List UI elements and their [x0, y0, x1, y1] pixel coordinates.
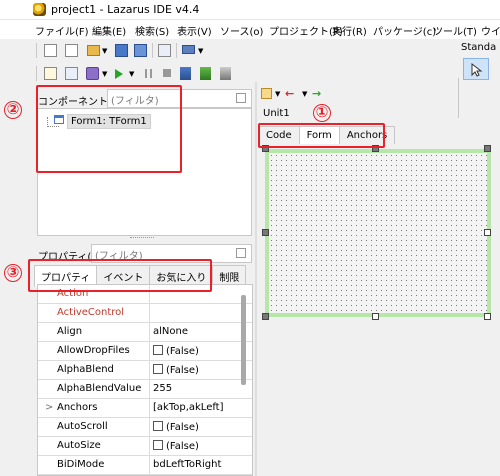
chevron-down-icon[interactable]: ▼ [129, 70, 134, 78]
open-folder-icon[interactable] [87, 45, 100, 56]
property-name: Anchors [57, 402, 98, 413]
window-title: project1 - Lazarus IDE v4.4 [51, 3, 200, 16]
clear-filter-icon[interactable] [236, 93, 246, 103]
toggle-form-unit-icon[interactable] [158, 44, 171, 57]
build-mode-icon[interactable] [86, 67, 99, 80]
splitter-handle[interactable] [130, 237, 154, 238]
form-designer-area [258, 145, 500, 476]
property-value: (False) [166, 365, 199, 376]
property-row[interactable]: AutoSize (False) [38, 437, 252, 456]
chevron-down-icon[interactable]: ▼ [102, 47, 107, 55]
property-row[interactable]: > Anchors [akTop,akLeft] [38, 399, 252, 418]
expand-chevron-icon[interactable]: > [45, 402, 53, 413]
property-row[interactable]: AlphaBlend (False) [38, 361, 252, 380]
clear-filter-icon[interactable] [236, 248, 246, 258]
back-arrow-icon[interactable]: ← [285, 87, 294, 100]
resize-handle[interactable] [484, 145, 491, 152]
menu-package[interactable]: パッケージ(c) [373, 23, 436, 38]
bookmark-icon[interactable] [261, 88, 272, 99]
menu-bar: ファイル(F) 編集(E) 検索(S) 表示(V) ソース(o) プロジェクト(… [0, 20, 500, 39]
property-value[interactable]: alNone [153, 326, 188, 337]
property-value: (False) [166, 346, 199, 357]
property-value[interactable]: 255 [153, 383, 172, 394]
property-name: AlphaBlend [57, 364, 114, 375]
property-name: AlphaBlendValue [57, 383, 142, 394]
step-out-icon[interactable] [220, 67, 231, 80]
new-form-icon[interactable] [65, 44, 78, 57]
lazarus-app-icon [33, 3, 46, 16]
editor-file-tabs: Unit1 [258, 105, 295, 122]
resize-handle[interactable] [484, 229, 491, 236]
chevron-down-icon[interactable]: ▼ [102, 70, 107, 78]
property-row[interactable]: AutoScroll (False) [38, 418, 252, 437]
new-project-icon[interactable] [44, 67, 57, 80]
annotation-box-property-tabs [28, 259, 212, 292]
project-options-icon[interactable] [65, 67, 78, 80]
run-icon[interactable] [114, 68, 124, 80]
save-icon[interactable] [115, 44, 128, 57]
annotation-label-2: ② [4, 101, 22, 119]
resize-handle[interactable] [372, 313, 379, 320]
property-value[interactable]: bdLeftToRight [153, 459, 221, 470]
checkbox[interactable] [153, 421, 163, 431]
property-name: AutoSize [57, 440, 101, 451]
property-row[interactable]: AlphaBlendValue 255 [38, 380, 252, 399]
property-value[interactable]: [akTop,akLeft] [153, 402, 224, 413]
checkbox[interactable] [153, 364, 163, 374]
resize-handle[interactable] [262, 229, 269, 236]
resize-handle[interactable] [262, 313, 269, 320]
toolbar-run: ▼ ▼ [0, 63, 460, 85]
menu-source[interactable]: ソース(o) [220, 23, 263, 38]
property-grid: Action ActiveControl Align alNone AllowD… [37, 284, 253, 476]
checkbox[interactable] [153, 345, 163, 355]
tab-unit1[interactable]: Unit1 [258, 105, 295, 122]
stop-icon[interactable] [163, 69, 171, 77]
step-over-icon[interactable] [200, 67, 211, 80]
menu-view[interactable]: 表示(V) [177, 23, 212, 38]
chevron-down-icon[interactable]: ▼ [275, 90, 280, 98]
step-into-icon[interactable] [180, 67, 191, 80]
property-name: BiDiMode [57, 459, 105, 470]
property-value: (False) [166, 441, 199, 452]
chevron-down-icon[interactable]: ▼ [302, 90, 307, 98]
property-row[interactable]: AllowDropFiles (False) [38, 342, 252, 361]
menu-window[interactable]: ウイ [481, 23, 500, 38]
menu-file[interactable]: ファイル(F) [35, 23, 89, 38]
select-pointer-button[interactable] [463, 58, 489, 80]
new-unit-icon[interactable] [44, 44, 57, 57]
annotation-label-1: ① [313, 104, 331, 122]
checkbox[interactable] [153, 440, 163, 450]
property-name: AllowDropFiles [57, 345, 130, 356]
annotation-box-designer-tabs [258, 123, 385, 148]
chevron-down-icon[interactable]: ▼ [198, 47, 203, 55]
pointer-icon [471, 63, 483, 77]
resize-handle[interactable] [484, 313, 491, 320]
save-all-icon[interactable] [134, 44, 147, 57]
pause-icon[interactable] [145, 69, 152, 78]
menu-edit[interactable]: 編集(E) [92, 23, 126, 38]
toolbar-main: ▼ ▼ [0, 39, 460, 118]
view-forms-icon[interactable] [182, 45, 195, 54]
property-name: AutoScroll [57, 421, 108, 432]
forward-arrow-icon[interactable]: → [312, 87, 321, 100]
property-value: (False) [166, 422, 199, 433]
component-palette-label: Standa [461, 42, 497, 53]
title-bar: project1 - Lazarus IDE v4.4 [0, 0, 500, 20]
form1-design-surface[interactable] [265, 149, 491, 317]
annotation-label-3: ③ [4, 264, 22, 282]
annotation-box-component-tree [36, 85, 182, 173]
property-name: Align [57, 326, 83, 337]
menu-search[interactable]: 検索(S) [135, 23, 169, 38]
property-scrollbar[interactable] [241, 295, 246, 385]
menu-tools[interactable]: ツール(T) [433, 23, 477, 38]
property-row[interactable]: Align alNone [38, 323, 252, 342]
property-row[interactable]: ActiveControl [38, 304, 252, 323]
menu-run[interactable]: 実行(R) [332, 23, 367, 38]
property-row[interactable]: BiDiMode bdLeftToRight [38, 456, 252, 475]
editor-toolbar: ▼ ← ▼ → [258, 84, 500, 104]
property-name: ActiveControl [57, 307, 125, 318]
